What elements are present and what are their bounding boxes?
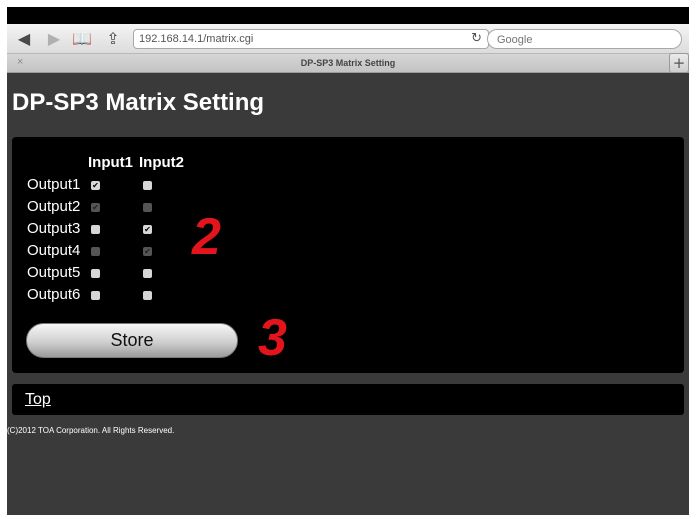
share-icon[interactable]: ⇪ [102, 29, 124, 49]
matrix-checkbox[interactable]: ✔ [143, 225, 152, 234]
matrix-checkbox[interactable] [91, 225, 100, 234]
column-header-input2: Input2 [139, 154, 184, 171]
search-box[interactable] [487, 29, 682, 49]
tab-title[interactable]: DP-SP3 Matrix Setting [7, 58, 689, 68]
store-button[interactable]: Store [26, 323, 238, 358]
url-text: 192.168.14.1/matrix.cgi [139, 33, 254, 45]
matrix-checkbox[interactable] [91, 247, 100, 256]
output-label: Output6 [27, 286, 81, 303]
copyright-text: (C)2012 TOA Corporation. All Rights Rese… [7, 426, 175, 435]
matrix-checkbox[interactable]: ✔ [91, 203, 100, 212]
output-label: Output2 [27, 198, 81, 215]
nav-panel: Top [12, 384, 684, 415]
status-bar [7, 7, 689, 24]
matrix-checkbox[interactable] [91, 291, 100, 300]
matrix-panel: Input1 Input2 Output1 ✔ Output2 ✔ Output… [12, 137, 684, 373]
browser-toolbar: ◀ ▶ 📖 ⇪ 192.168.14.1/matrix.cgi ↻ [7, 24, 689, 54]
matrix-checkbox[interactable] [91, 269, 100, 278]
bookmarks-icon[interactable]: 📖 [71, 29, 93, 49]
matrix-checkbox[interactable]: ✔ [91, 181, 100, 190]
new-tab-button[interactable]: + [669, 53, 689, 73]
reload-icon[interactable]: ↻ [471, 31, 482, 46]
callout-number-2: 2 [192, 208, 221, 266]
matrix-checkbox[interactable]: ✔ [143, 247, 152, 256]
forward-icon[interactable]: ▶ [43, 29, 65, 49]
matrix-checkbox[interactable] [143, 181, 152, 190]
search-input[interactable] [497, 34, 677, 46]
page-title: DP-SP3 Matrix Setting [12, 89, 265, 116]
output-label: Output5 [27, 264, 81, 281]
output-label: Output3 [27, 220, 81, 237]
back-icon[interactable]: ◀ [13, 29, 35, 49]
top-link[interactable]: Top [25, 391, 51, 409]
tab-bar: × DP-SP3 Matrix Setting + [7, 53, 689, 73]
matrix-checkbox[interactable] [143, 269, 152, 278]
output-label: Output1 [27, 176, 81, 193]
browser-window: ◀ ▶ 📖 ⇪ 192.168.14.1/matrix.cgi ↻ × DP-S… [7, 7, 689, 515]
matrix-checkbox[interactable] [143, 203, 152, 212]
column-header-input1: Input1 [88, 154, 133, 171]
output-label: Output4 [27, 242, 81, 259]
callout-number-3: 3 [258, 309, 287, 367]
address-bar[interactable]: 192.168.14.1/matrix.cgi ↻ [133, 29, 489, 49]
matrix-checkbox[interactable] [143, 291, 152, 300]
